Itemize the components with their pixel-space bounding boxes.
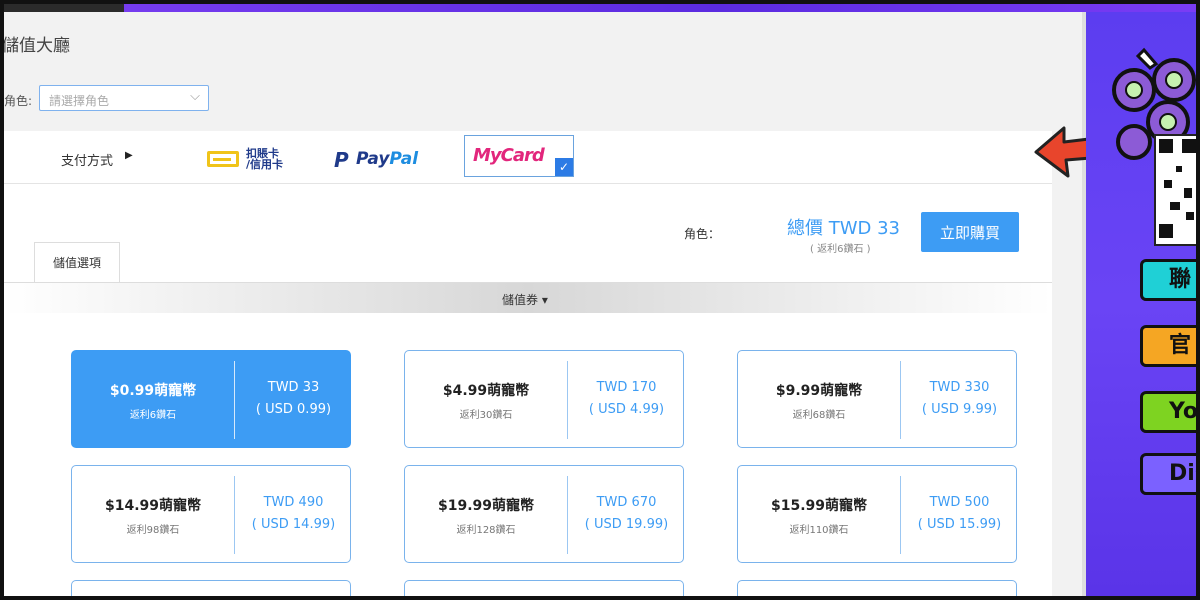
option-name: $15.99萌寵幣 bbox=[770, 498, 868, 514]
promo-side-panel: 聯官 Yo Disc bbox=[1086, 12, 1196, 596]
option-rebate: 返利98鑽石 bbox=[126, 525, 180, 536]
option-price-twd: TWD 490 bbox=[263, 495, 324, 510]
side-promo-button[interactable]: 聯 bbox=[1140, 259, 1196, 301]
payment-method-label: 支付方式 bbox=[61, 154, 114, 169]
total-price: 總價 TWD 33 bbox=[787, 218, 901, 239]
option-price-twd: TWD 330 bbox=[929, 380, 990, 395]
option-card[interactable]: $0.99萌寵幣返利6鑽石 TWD 33 ( USD 0.99) bbox=[71, 350, 351, 448]
payment-method-mycard[interactable]: MyCard ✓ bbox=[464, 135, 574, 177]
coupon-label: 儲值券 bbox=[502, 293, 539, 307]
total-rebate: ( 返利6鑽石 ) bbox=[810, 244, 871, 255]
purchase-role-label: 角色： bbox=[684, 227, 721, 241]
option-card-partial[interactable] bbox=[737, 580, 1017, 596]
option-rebate: 返利128鑽石 bbox=[456, 525, 516, 536]
option-rebate: 返利68鑽石 bbox=[792, 410, 846, 421]
option-price-usd: ( USD 9.99) bbox=[921, 402, 998, 417]
option-price-twd: TWD 170 bbox=[596, 380, 657, 395]
option-card[interactable]: $14.99萌寵幣返利98鑽石 TWD 490 ( USD 14.99) bbox=[71, 465, 351, 563]
side-promo-button[interactable]: 官 bbox=[1140, 325, 1196, 367]
option-price-usd: ( USD 4.99) bbox=[588, 402, 665, 417]
option-price-usd: ( USD 14.99) bbox=[251, 517, 336, 532]
qr-code-icon bbox=[1154, 134, 1196, 246]
checkmark-icon: ✓ bbox=[555, 158, 573, 176]
payment-method-paypal[interactable]: P PayPal bbox=[334, 147, 444, 172]
option-price-usd: ( USD 15.99) bbox=[917, 517, 1002, 532]
option-card-partial[interactable] bbox=[71, 580, 351, 596]
option-card-partial[interactable] bbox=[404, 580, 684, 596]
option-price-twd: TWD 670 bbox=[596, 495, 657, 510]
option-rebate: 返利30鑽石 bbox=[459, 410, 513, 421]
paypal-pal: Pal bbox=[389, 149, 419, 169]
option-price-twd: TWD 33 bbox=[267, 380, 320, 395]
option-card[interactable]: $9.99萌寵幣返利68鑽石 TWD 330 ( USD 9.99) bbox=[737, 350, 1017, 448]
role-select[interactable]: 請選擇角色 ⌵ bbox=[39, 85, 209, 111]
option-name: $0.99萌寵幣 bbox=[109, 383, 197, 399]
option-rebate: 返利110鑽石 bbox=[789, 525, 849, 536]
paypal-pay: Pay bbox=[356, 149, 390, 169]
option-name: $9.99萌寵幣 bbox=[775, 383, 863, 399]
option-price-usd: ( USD 19.99) bbox=[584, 517, 669, 532]
option-name: $19.99萌寵幣 bbox=[437, 498, 535, 514]
browser-top-bar bbox=[4, 4, 1196, 12]
role-select-label: 角色: bbox=[4, 94, 33, 108]
buy-now-button[interactable]: 立即購買 bbox=[921, 212, 1019, 252]
option-rebate: 返利6鑽石 bbox=[129, 410, 177, 421]
option-divider bbox=[567, 476, 568, 554]
chevron-down-icon: ⌵ bbox=[190, 89, 200, 104]
option-card[interactable]: $4.99萌寵幣返利30鑽石 TWD 170 ( USD 4.99) bbox=[404, 350, 684, 448]
caret-right-icon: ▶ bbox=[125, 150, 133, 161]
credit-card-icon bbox=[207, 151, 239, 167]
option-name: $4.99萌寵幣 bbox=[442, 383, 530, 399]
option-card[interactable]: $15.99萌寵幣返利110鑽石 TWD 500 ( USD 15.99) bbox=[737, 465, 1017, 563]
option-name: $14.99萌寵幣 bbox=[104, 498, 202, 514]
store-panel: 支付方式 ▶ 扣賬卡 /信用卡 P PayPal MyCard ✓ 角色： 總價… bbox=[4, 131, 1052, 596]
screenshot-frame: 儲值大廳 角色: 請選擇角色 ⌵ 支付方式 ▶ 扣賬卡 /信用卡 P PayPa… bbox=[0, 0, 1200, 600]
caret-down-icon: ▾ bbox=[541, 293, 548, 307]
option-card[interactable]: $19.99萌寵幣返利128鑽石 TWD 670 ( USD 19.99) bbox=[404, 465, 684, 563]
role-select-placeholder: 請選擇角色 bbox=[49, 94, 110, 108]
coupon-bar[interactable]: 儲值券 ▾ bbox=[4, 282, 1052, 313]
option-divider bbox=[234, 361, 235, 439]
side-promo-button[interactable]: Disc bbox=[1140, 453, 1196, 495]
option-divider bbox=[567, 361, 568, 439]
option-price-usd: ( USD 0.99) bbox=[255, 402, 332, 417]
tab-store-options[interactable]: 儲值選項 bbox=[34, 242, 120, 282]
option-price-twd: TWD 500 bbox=[929, 495, 990, 510]
mycard-logo: MyCard bbox=[473, 145, 545, 166]
paypal-icon: P bbox=[334, 148, 349, 172]
page-title: 儲值大廳 bbox=[2, 36, 70, 56]
option-divider bbox=[900, 361, 901, 439]
payment-method-card[interactable]: 扣賬卡 /信用卡 bbox=[207, 148, 297, 170]
payment-methods-row: 支付方式 ▶ 扣賬卡 /信用卡 P PayPal MyCard ✓ bbox=[4, 131, 1052, 184]
side-promo-button[interactable]: Yo bbox=[1140, 391, 1196, 433]
option-divider bbox=[900, 476, 901, 554]
browser-tab bbox=[4, 4, 124, 12]
card-label-line2: /信用卡 bbox=[246, 158, 284, 171]
option-divider bbox=[234, 476, 235, 554]
